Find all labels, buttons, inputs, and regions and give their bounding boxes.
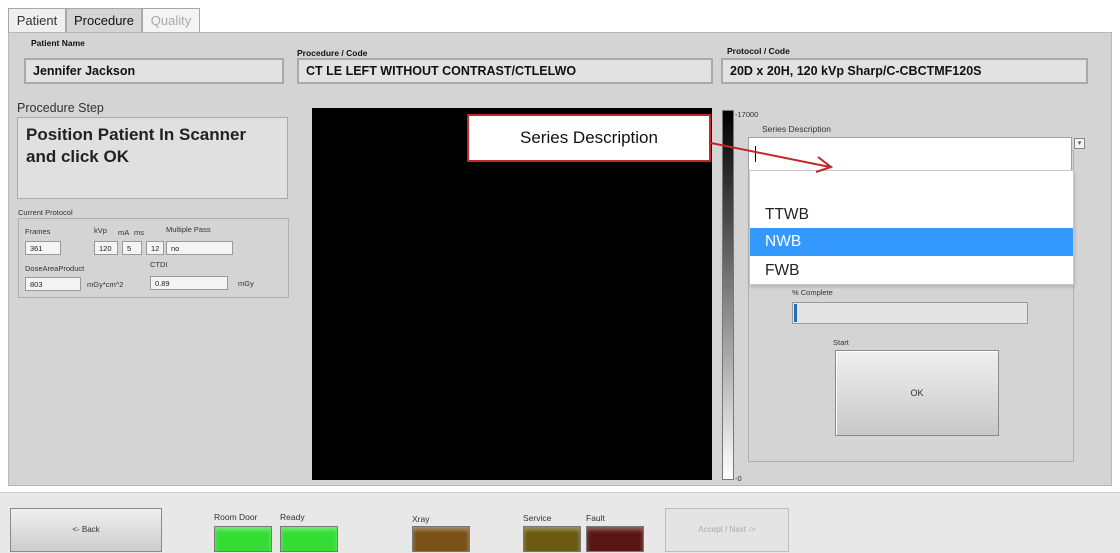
ms-label: ms [134,228,144,237]
dropdown-option-fwb[interactable]: FWB [750,257,1073,285]
ctdi-field: 0.89 [150,276,228,290]
progress-fill [794,304,797,322]
accept-next-button[interactable]: Accept / Next -> [665,508,789,552]
dropdown-option-nwb[interactable]: NWB [750,228,1073,256]
procedure-step-label: Procedure Step [17,101,104,115]
dap-label: DoseAreaProduct [25,264,85,273]
ready-indicator [280,526,338,552]
room-door-indicator [214,526,272,552]
dap-field: 803 [25,277,81,291]
ready-label: Ready [280,512,305,522]
multipass-field: no [166,241,233,255]
ctdi-label: CTDI [150,260,168,269]
back-button[interactable]: <- Back [10,508,162,552]
protocol-label: Protocol / Code [727,46,790,56]
service-label: Service [523,513,552,523]
procedure-step-line2: and click OK [26,147,129,166]
percent-complete-label: % Complete [792,288,833,297]
patient-name-field: Jennifer Jackson [24,58,284,84]
ms-field: 12 [146,241,164,255]
callout-box: Series Description [467,114,711,162]
dropdown-option-ttwb[interactable]: TTWB [750,201,1073,229]
callout-arrow-icon [710,142,834,173]
scale-max: 17000 [737,110,759,119]
procedure-label: Procedure / Code [297,48,368,58]
scale-min-label: -0 [735,474,742,483]
progress-bar [792,302,1028,324]
tab-quality[interactable]: Quality [142,8,200,32]
procedure-field: CT LE LEFT WITHOUT CONTRAST/CTLELWO [297,58,713,84]
scale-max-label: -17000 [735,110,759,119]
ma-field: 5 [122,241,142,255]
frames-label: Frames [25,227,51,236]
multipass-label: Multiple Pass [166,225,211,234]
ok-button[interactable]: OK [835,350,999,436]
dropdown-arrow-icon[interactable]: ▾ [1074,138,1085,149]
frames-field: 361 [25,241,61,255]
tab-patient[interactable]: Patient [8,8,66,32]
fault-indicator [586,526,644,552]
dap-unit: mGy*cm^2 [87,280,124,289]
xray-label: Xray [412,514,430,524]
procedure-step-box: Position Patient In Scanner and click OK [17,117,288,199]
patient-name-label: Patient Name [31,38,85,48]
tab-procedure[interactable]: Procedure [66,8,142,32]
fault-label: Fault [586,513,605,523]
ma-label: mA [118,228,130,237]
protocol-field: 20D x 20H, 120 kVp Sharp/C-CBCTMF120S [721,58,1088,84]
image-viewer[interactable] [312,108,712,480]
current-protocol-label: Current Protocol [18,208,73,217]
ctdi-unit: mGy [238,279,254,288]
room-door-label: Room Door [214,512,258,522]
xray-indicator [412,526,470,552]
service-indicator [523,526,581,552]
scale-min: 0 [737,474,742,483]
kvp-field: 120 [94,241,118,255]
kvp-label: kVp [94,226,107,235]
series-dropdown: TTWB NWB FWB [749,170,1074,285]
procedure-step-line1: Position Patient In Scanner [26,125,247,144]
start-label: Start [833,338,849,347]
